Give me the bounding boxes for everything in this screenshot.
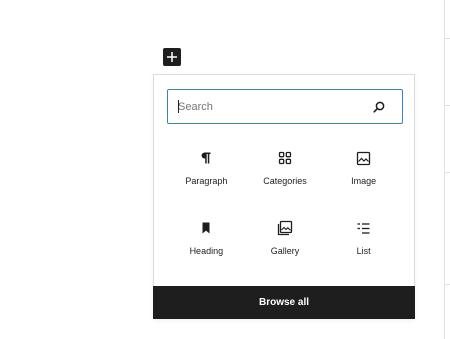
sidebar-divider-tick xyxy=(445,284,450,285)
block-label: Categories xyxy=(263,176,307,186)
block-grid: Paragraph Categories Image Heading Galle… xyxy=(167,141,403,273)
search-icon[interactable] xyxy=(372,100,386,114)
search-input[interactable] xyxy=(178,98,358,116)
sidebar-divider xyxy=(444,0,445,339)
sidebar-divider-tick xyxy=(445,38,450,39)
block-item-gallery[interactable]: Gallery xyxy=(246,211,325,273)
block-label: Gallery xyxy=(270,246,300,256)
heading-bookmark-icon xyxy=(197,219,215,237)
gallery-icon xyxy=(276,219,294,237)
image-icon xyxy=(355,149,373,167)
block-item-list[interactable]: List xyxy=(324,211,403,273)
browse-all-button[interactable]: Browse all xyxy=(153,286,415,319)
block-item-image[interactable]: Image xyxy=(324,141,403,203)
block-label: List xyxy=(356,246,371,256)
plus-icon xyxy=(167,52,177,62)
sidebar-divider-tick xyxy=(445,172,450,173)
block-inserter-popover: Paragraph Categories xyxy=(153,74,415,319)
text-caret xyxy=(178,100,179,113)
block-item-heading[interactable]: Heading xyxy=(167,211,246,273)
list-icon xyxy=(355,219,373,237)
block-label: Paragraph xyxy=(185,176,228,186)
search-box[interactable] xyxy=(167,89,403,124)
editor-canvas: Paragraph Categories xyxy=(0,0,450,339)
block-label: Image xyxy=(351,176,377,186)
paragraph-icon xyxy=(197,149,215,167)
categories-icon xyxy=(276,149,294,167)
add-block-button[interactable] xyxy=(163,48,181,66)
block-label: Heading xyxy=(189,246,224,256)
block-item-paragraph[interactable]: Paragraph xyxy=(167,141,246,203)
block-item-categories[interactable]: Categories xyxy=(246,141,325,203)
sidebar-divider-tick xyxy=(445,105,450,106)
